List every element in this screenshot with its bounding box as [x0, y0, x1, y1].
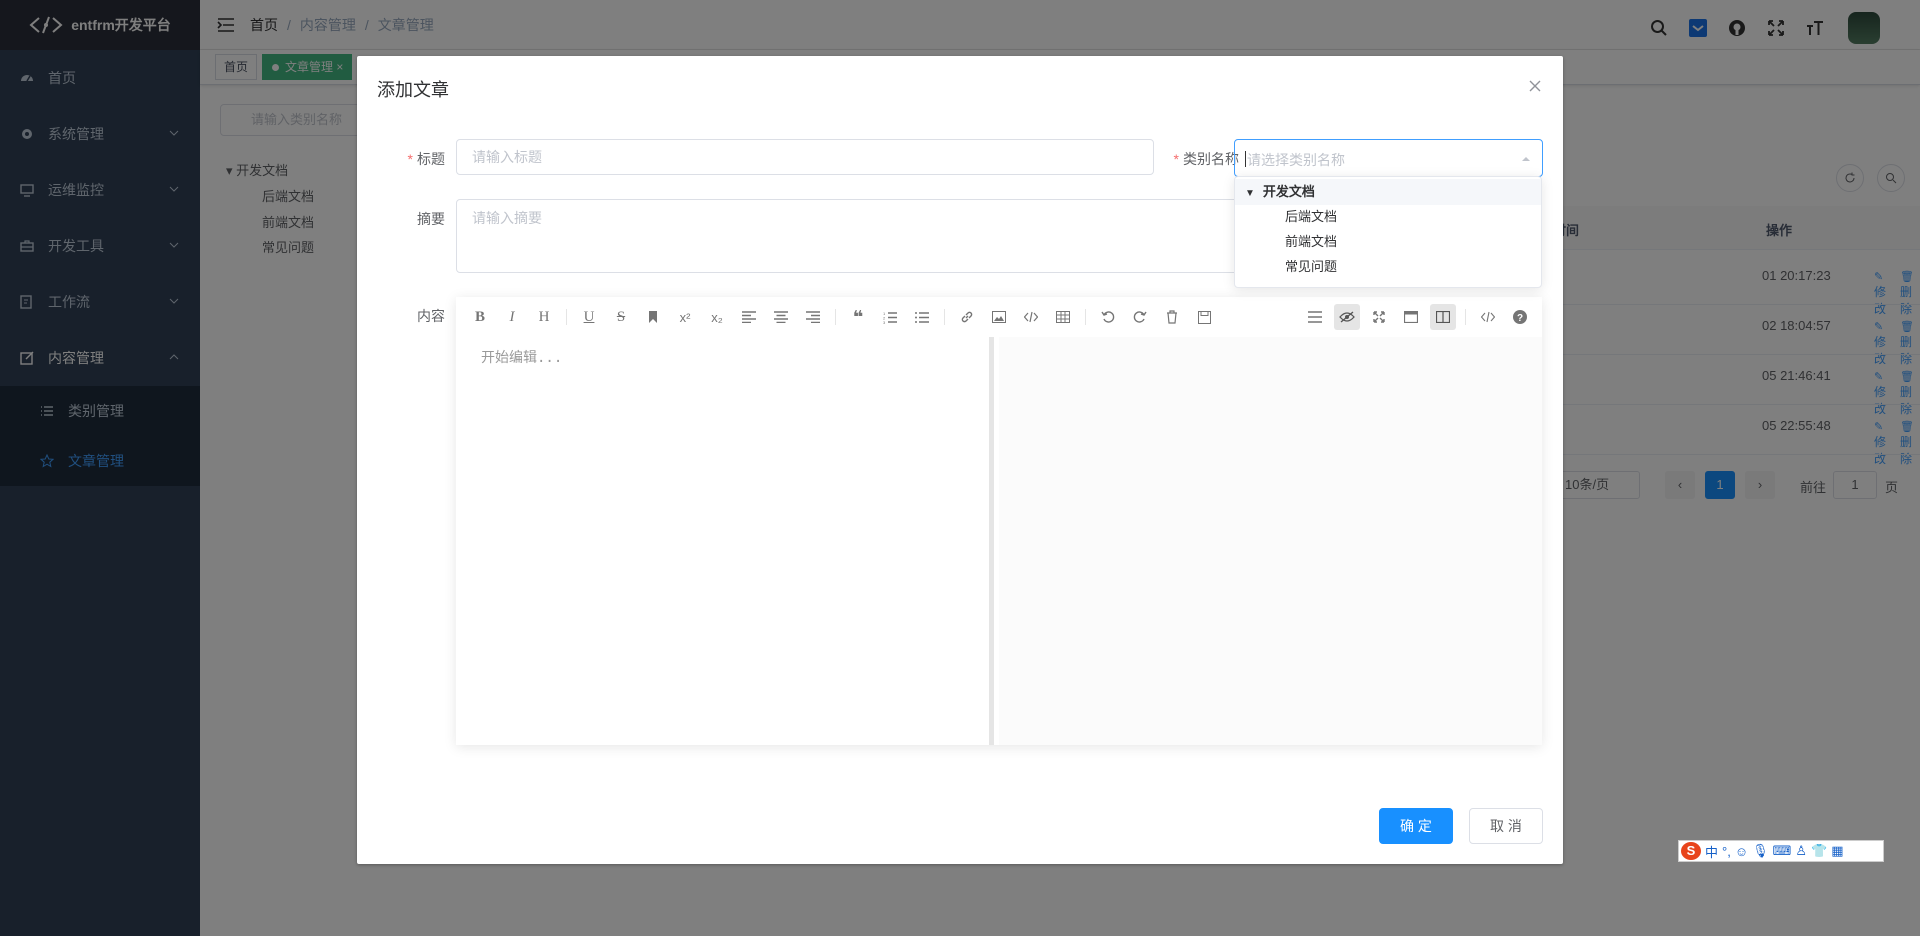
punct-icon[interactable]: °, — [1722, 844, 1731, 859]
category-label: * 类别名称 — [1173, 151, 1239, 167]
save-icon[interactable] — [1191, 304, 1217, 330]
toolbar-divider — [566, 309, 567, 325]
dropdown-node[interactable]: 常见问题 — [1285, 254, 1337, 280]
html-code-icon[interactable] — [1475, 304, 1501, 330]
svg-text:?: ? — [1517, 313, 1523, 324]
align-left-icon[interactable] — [736, 304, 762, 330]
bold-icon[interactable]: B — [467, 304, 493, 330]
subscript-icon[interactable]: x₂ — [704, 304, 730, 330]
fullscreen-icon[interactable] — [1366, 304, 1392, 330]
heading-icon[interactable]: H — [531, 304, 557, 330]
dropdown-node[interactable]: 前端文档 — [1285, 229, 1337, 255]
split-view-icon[interactable] — [1430, 304, 1456, 330]
align-right-icon[interactable] — [800, 304, 826, 330]
toolbar-divider — [944, 309, 945, 325]
category-placeholder: 请选择类别名称 — [1247, 152, 1345, 168]
ime-toolbar[interactable]: S 中 °, ☺ 🎙 ⌨ ♙ 👕 ▦ — [1678, 840, 1884, 862]
dropdown-node-root[interactable]: ▼ 开发文档 — [1235, 179, 1541, 205]
code-icon[interactable] — [1018, 304, 1044, 330]
image-icon[interactable] — [986, 304, 1012, 330]
dialog-title: 添加文章 — [377, 80, 449, 100]
title-input[interactable]: 请输入标题 — [456, 139, 1154, 175]
title-label: * 标题 — [407, 151, 445, 167]
grid-icon[interactable]: ▦ — [1831, 843, 1843, 859]
markdown-editor: B I H U S x² x₂ ❝ 123 ? 开始编辑... — [456, 297, 1542, 745]
align-center-icon[interactable] — [768, 304, 794, 330]
trash-icon[interactable] — [1159, 304, 1185, 330]
emoji-icon[interactable]: ☺ — [1735, 844, 1748, 859]
ime-lang[interactable]: 中 — [1705, 842, 1718, 861]
window-icon[interactable] — [1398, 304, 1424, 330]
quote-icon[interactable]: ❝ — [845, 304, 871, 330]
editor-placeholder: 开始编辑... — [481, 350, 563, 366]
italic-icon[interactable]: I — [499, 304, 525, 330]
navigation-icon[interactable] — [1302, 304, 1328, 330]
link-icon[interactable] — [954, 304, 980, 330]
strikethrough-icon[interactable]: S — [608, 304, 634, 330]
content-label: 内容 — [417, 308, 445, 324]
ordered-list-icon[interactable]: 123 — [877, 304, 903, 330]
user-icon[interactable]: ♙ — [1795, 843, 1807, 859]
caret-up-icon — [1522, 157, 1530, 161]
dropdown-node[interactable]: 后端文档 — [1285, 204, 1337, 230]
category-dropdown: ▼ 开发文档 后端文档 前端文档 常见问题 — [1234, 176, 1542, 288]
caret-down-icon: ▼ — [1245, 188, 1255, 199]
toolbar-divider — [1465, 309, 1466, 325]
help-icon[interactable]: ? — [1507, 304, 1533, 330]
preview-eye-icon[interactable] — [1334, 304, 1360, 330]
cancel-button[interactable]: 取 消 — [1469, 808, 1543, 844]
superscript-icon[interactable]: x² — [672, 304, 698, 330]
summary-label: 摘要 — [417, 211, 445, 227]
dropdown-node-label: 开发文档 — [1262, 184, 1315, 199]
bookmark-icon[interactable] — [640, 304, 666, 330]
close-icon[interactable] — [1527, 78, 1543, 94]
skin-icon[interactable]: 👕 — [1811, 843, 1827, 859]
keyboard-icon[interactable]: ⌨ — [1773, 843, 1792, 859]
sogou-logo-icon: S — [1681, 842, 1701, 860]
editor-toolbar: B I H U S x² x₂ ❝ 123 ? — [456, 297, 1542, 337]
editor-preview-pane — [999, 337, 1542, 745]
unordered-list-icon[interactable] — [909, 304, 935, 330]
category-select[interactable]: 请选择类别名称 — [1234, 139, 1543, 177]
undo-icon[interactable] — [1095, 304, 1121, 330]
underline-icon[interactable]: U — [576, 304, 602, 330]
redo-icon[interactable] — [1127, 304, 1153, 330]
table-icon[interactable] — [1050, 304, 1076, 330]
confirm-button[interactable]: 确 定 — [1379, 808, 1453, 844]
mic-icon[interactable]: 🎙 — [1752, 843, 1769, 859]
toolbar-divider — [835, 309, 836, 325]
toolbar-divider — [1085, 309, 1086, 325]
svg-text:3: 3 — [883, 320, 886, 324]
editor-input-pane[interactable]: 开始编辑... — [456, 337, 994, 745]
text-caret — [1245, 151, 1246, 167]
